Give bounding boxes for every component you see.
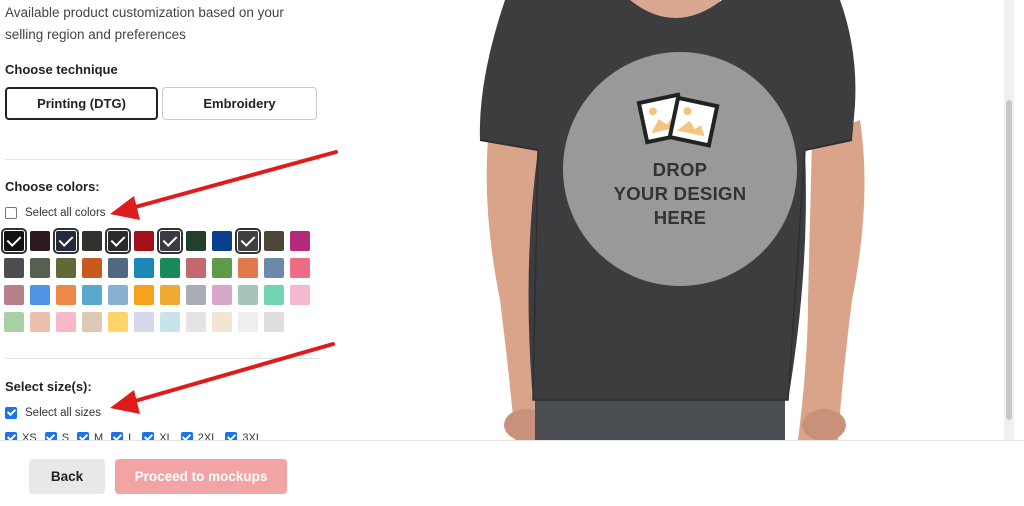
size-option-3xl[interactable]: 3XL <box>225 432 262 440</box>
color-swatch[interactable] <box>82 231 102 251</box>
section-divider <box>5 358 320 359</box>
color-swatch[interactable] <box>56 312 76 332</box>
color-swatch[interactable] <box>290 231 310 251</box>
size-option-xs[interactable]: XS <box>5 432 37 440</box>
color-swatch[interactable] <box>212 312 232 332</box>
preview-scrollbar[interactable] <box>1004 0 1014 440</box>
size-option-s[interactable]: S <box>44 432 70 440</box>
color-swatch[interactable] <box>53 228 79 254</box>
color-swatch[interactable] <box>157 228 183 254</box>
scrollbar-thumb[interactable] <box>1006 100 1012 420</box>
color-swatch[interactable] <box>134 285 154 305</box>
color-swatch[interactable] <box>134 258 154 278</box>
color-swatch[interactable] <box>238 312 258 332</box>
size-option-l[interactable]: L <box>111 432 134 440</box>
select-all-sizes-checkbox[interactable] <box>5 407 17 419</box>
size-label: S <box>61 432 70 440</box>
color-swatch[interactable] <box>134 312 154 332</box>
color-swatch[interactable] <box>212 285 232 305</box>
size-checkbox[interactable] <box>77 432 90 440</box>
image-upload-icon <box>636 92 720 148</box>
color-swatch[interactable] <box>238 258 258 278</box>
color-swatch[interactable] <box>186 285 206 305</box>
select-all-colors-row[interactable]: Select all colors <box>5 207 106 219</box>
color-swatch[interactable] <box>56 258 76 278</box>
color-swatch[interactable] <box>290 285 310 305</box>
color-swatch[interactable] <box>160 258 180 278</box>
footer-bar: Back Proceed to mockups <box>0 440 1024 506</box>
product-preview: DROP YOUR DESIGN HERE <box>340 0 1014 440</box>
back-button[interactable]: Back <box>29 459 105 494</box>
select-all-colors-label: Select all colors <box>25 207 106 219</box>
technique-title: Choose technique <box>5 62 118 77</box>
size-checkbox[interactable] <box>180 432 193 440</box>
color-swatch[interactable] <box>264 285 284 305</box>
color-swatch[interactable] <box>108 312 128 332</box>
size-checkbox[interactable] <box>111 432 124 440</box>
size-label: 2XL <box>197 432 218 440</box>
size-label: XS <box>22 432 37 440</box>
color-swatch[interactable] <box>186 312 206 332</box>
size-label: 3XL <box>242 432 262 440</box>
select-all-sizes-label: Select all sizes <box>25 407 102 419</box>
size-label: XL <box>159 432 173 440</box>
color-swatch[interactable] <box>108 258 128 278</box>
colors-title: Choose colors: <box>5 179 100 194</box>
color-swatch[interactable] <box>264 231 284 251</box>
color-swatch[interactable] <box>105 228 131 254</box>
design-drop-zone[interactable]: DROP YOUR DESIGN HERE <box>563 52 797 286</box>
size-option-2xl[interactable]: 2XL <box>180 432 218 440</box>
color-swatch[interactable] <box>238 285 258 305</box>
size-option-xl[interactable]: XL <box>142 432 173 440</box>
color-swatch[interactable] <box>4 258 24 278</box>
size-checkbox[interactable] <box>44 432 57 440</box>
size-checkbox[interactable] <box>5 432 17 440</box>
color-swatch[interactable] <box>160 312 180 332</box>
color-swatch[interactable] <box>108 285 128 305</box>
size-checkbox[interactable] <box>142 432 155 440</box>
color-swatch[interactable] <box>56 285 76 305</box>
size-label: L <box>128 432 135 440</box>
color-swatch[interactable] <box>82 285 102 305</box>
color-swatch[interactable] <box>290 258 310 278</box>
color-swatch[interactable] <box>1 228 27 254</box>
color-swatch[interactable] <box>30 285 50 305</box>
section-divider <box>5 159 320 160</box>
color-swatch[interactable] <box>160 285 180 305</box>
color-swatch[interactable] <box>186 231 206 251</box>
customization-panel: Available product customization based on… <box>0 0 330 440</box>
color-swatch[interactable] <box>264 258 284 278</box>
proceed-to-mockups-button[interactable]: Proceed to mockups <box>115 459 287 494</box>
technique-printing-dtg-button[interactable]: Printing (DTG) <box>5 87 158 120</box>
select-all-colors-checkbox[interactable] <box>5 207 17 219</box>
drop-zone-text: DROP YOUR DESIGN HERE <box>613 159 747 228</box>
sizes-title: Select size(s): <box>5 379 92 394</box>
color-swatch-grid <box>1 228 310 332</box>
intro-text: Available product customization based on… <box>5 5 284 42</box>
size-checkbox-list: XS S M L XL 2XL 3XL <box>5 432 262 440</box>
color-swatch[interactable] <box>4 285 24 305</box>
size-option-m[interactable]: M <box>77 432 103 440</box>
color-swatch[interactable] <box>134 231 154 251</box>
color-swatch[interactable] <box>264 312 284 332</box>
technique-embroidery-button[interactable]: Embroidery <box>162 87 317 120</box>
color-swatch[interactable] <box>212 231 232 251</box>
color-swatch[interactable] <box>82 312 102 332</box>
color-swatch[interactable] <box>235 228 261 254</box>
size-label: M <box>94 432 104 440</box>
color-swatch[interactable] <box>30 258 50 278</box>
color-swatch[interactable] <box>212 258 232 278</box>
color-swatch[interactable] <box>30 312 50 332</box>
color-swatch[interactable] <box>4 312 24 332</box>
color-swatch[interactable] <box>30 231 50 251</box>
color-swatch[interactable] <box>82 258 102 278</box>
color-swatch[interactable] <box>186 258 206 278</box>
select-all-sizes-row[interactable]: Select all sizes <box>5 407 101 419</box>
size-checkbox[interactable] <box>225 432 238 440</box>
